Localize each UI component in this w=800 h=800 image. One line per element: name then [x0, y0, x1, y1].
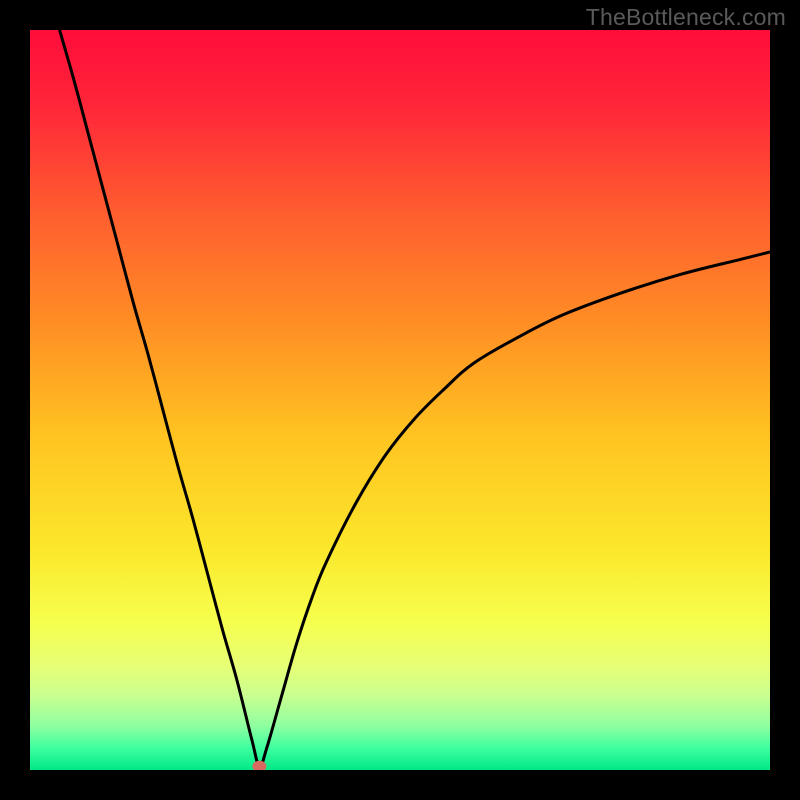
bottleneck-chart [30, 30, 770, 770]
chart-container: { "watermark": "TheBottleneck.com", "pal… [0, 0, 800, 800]
gradient-background [30, 30, 770, 770]
plot-area [30, 30, 770, 770]
watermark-text: TheBottleneck.com [586, 4, 786, 31]
